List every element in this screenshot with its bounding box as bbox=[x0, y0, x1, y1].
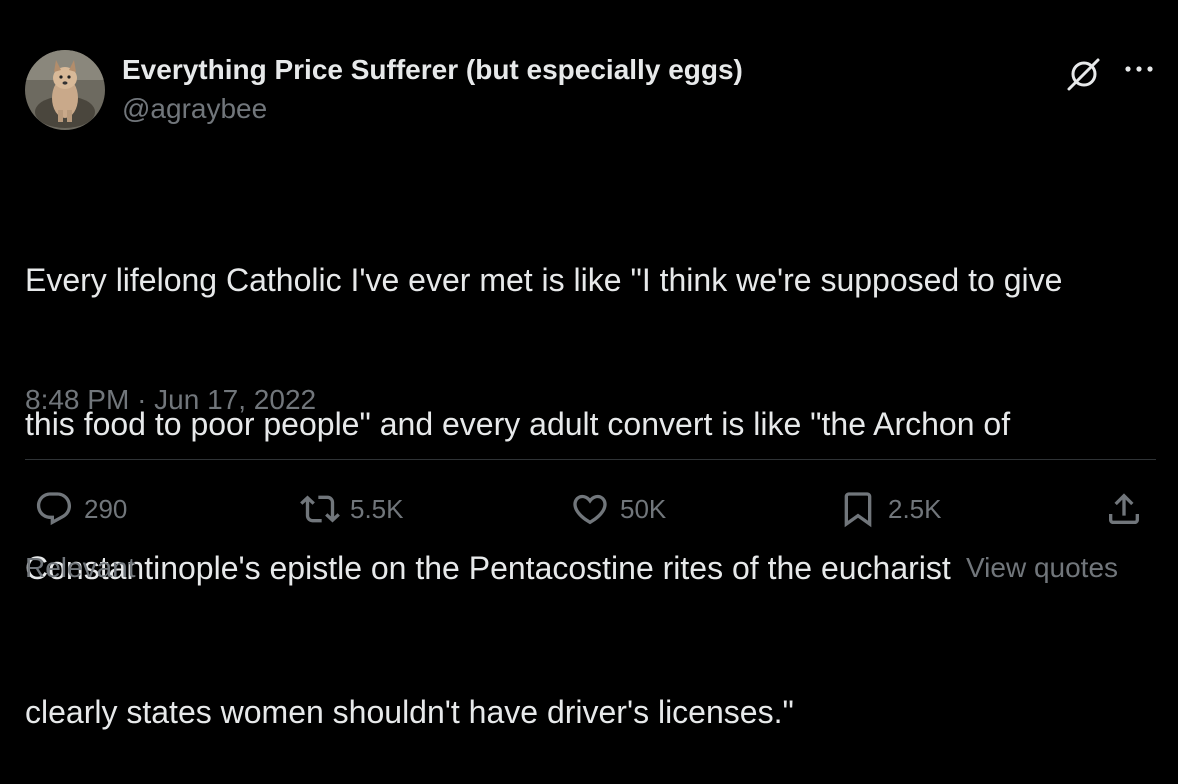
bookmark-count: 2.5K bbox=[888, 493, 942, 524]
view-quotes-label: View quotes bbox=[966, 552, 1119, 583]
timestamp-separator: · bbox=[137, 384, 147, 415]
avatar[interactable] bbox=[25, 50, 105, 130]
like-count: 50K bbox=[620, 493, 667, 524]
avatar-image bbox=[25, 50, 105, 130]
tweet-date[interactable]: Jun 17, 2022 bbox=[154, 384, 316, 415]
share-icon bbox=[1109, 493, 1139, 524]
retweet-button[interactable]: 5.5K bbox=[300, 488, 404, 530]
bookmark-button[interactable]: 2.5K bbox=[838, 488, 942, 530]
reply-icon bbox=[36, 492, 72, 526]
timestamp: 8:48 PM · Jun 17, 2022 bbox=[25, 384, 316, 416]
sort-label: Relevant bbox=[25, 552, 136, 583]
tweet-time[interactable]: 8:48 PM bbox=[25, 384, 129, 415]
author-display-name[interactable]: Everything Price Sufferer (but especiall… bbox=[122, 54, 743, 86]
author-handle[interactable]: @agraybee bbox=[122, 93, 267, 125]
heart-icon bbox=[573, 494, 607, 525]
more-icon[interactable] bbox=[1122, 55, 1156, 85]
grok-icon[interactable] bbox=[1065, 55, 1103, 93]
like-button[interactable]: 50K bbox=[570, 488, 666, 530]
reply-count: 290 bbox=[84, 493, 128, 524]
tweet-text-line: Every lifelong Catholic I've ever met is… bbox=[25, 262, 1063, 298]
divider bbox=[25, 459, 1156, 460]
bookmark-icon bbox=[844, 492, 872, 528]
share-button[interactable] bbox=[1104, 488, 1144, 530]
reply-button[interactable]: 290 bbox=[34, 488, 127, 530]
retweet-count: 5.5K bbox=[350, 493, 404, 524]
sort-replies-dropdown[interactable]: Relevant bbox=[25, 552, 136, 584]
tweet-text: Every lifelong Catholic I've ever met is… bbox=[25, 160, 1155, 784]
view-quotes-link[interactable]: View quotes bbox=[966, 552, 1118, 584]
retweet-icon bbox=[300, 495, 340, 523]
tweet-text-line: clearly states women shouldn't have driv… bbox=[25, 694, 794, 730]
